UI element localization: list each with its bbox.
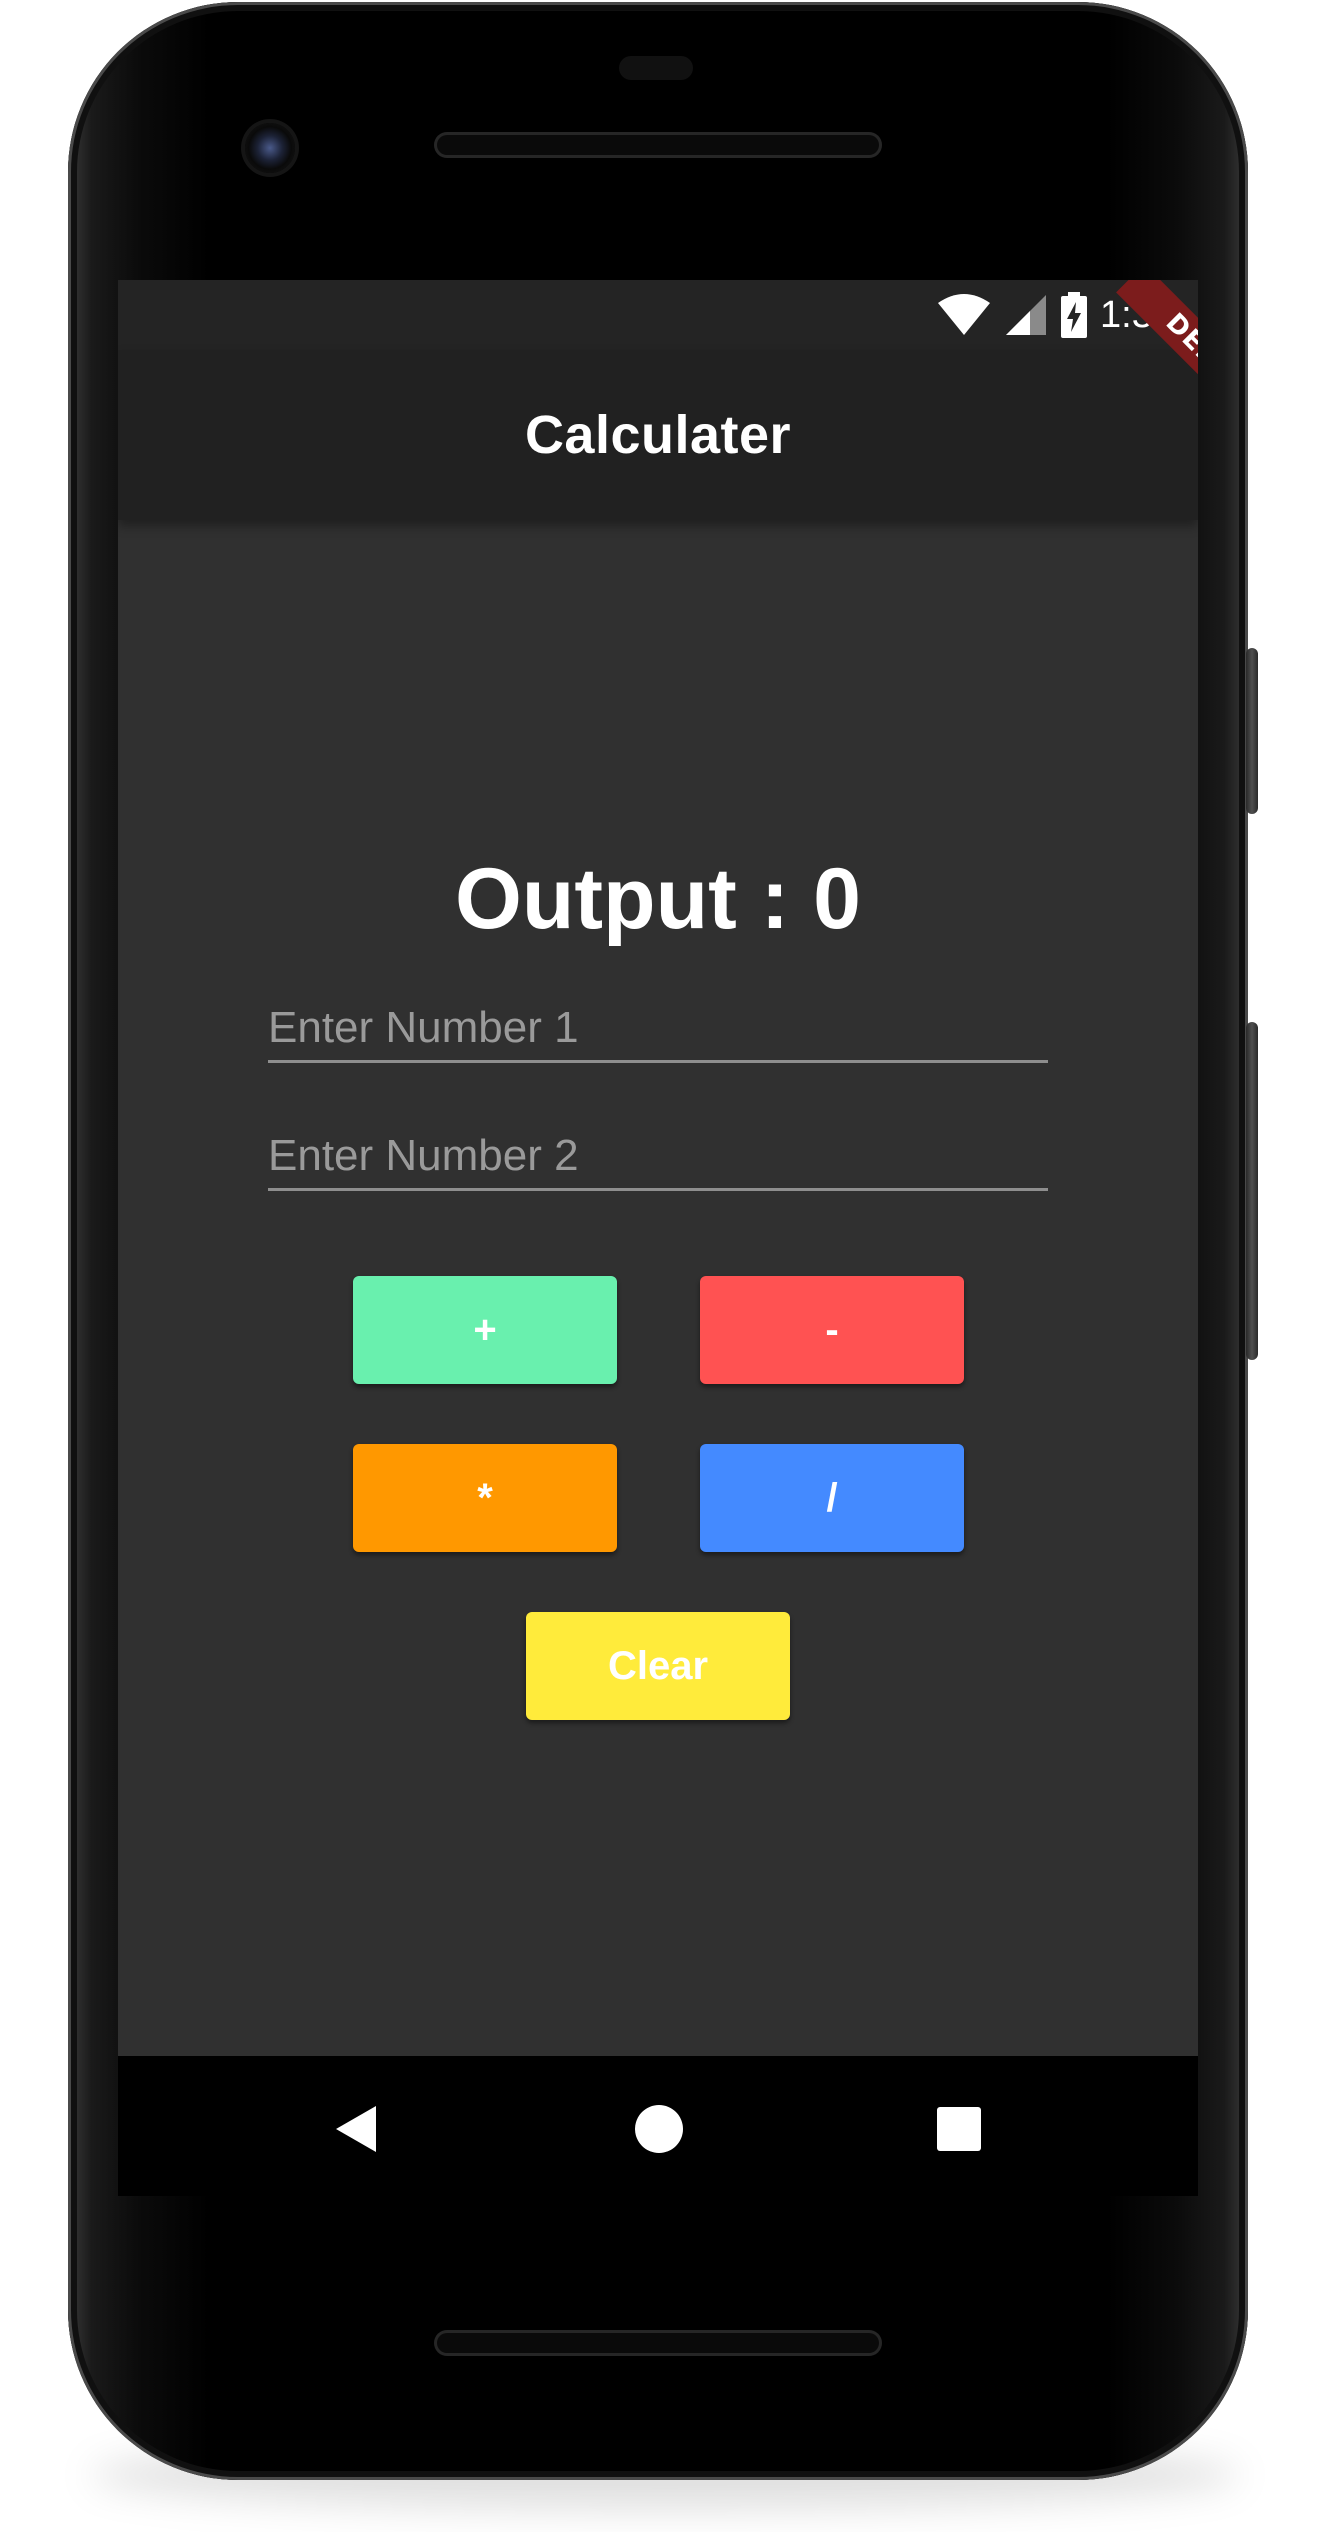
multiply-button[interactable]: * (353, 1444, 617, 1552)
sensor-slot (619, 56, 693, 80)
number2-field (268, 1108, 1048, 1196)
divide-button[interactable]: / (700, 1444, 964, 1552)
device-frame: 1:36 Calculater DEBUG Output : 0 + - * /… (0, 0, 1330, 2532)
volume-button (1246, 1022, 1258, 1360)
output-display: Output : 0 (454, 851, 862, 947)
recents-square-icon[interactable] (936, 2106, 982, 2152)
status-bar: 1:36 (118, 280, 1198, 350)
top-speaker (434, 132, 882, 158)
navigation-bar (118, 2056, 1198, 2196)
wifi-icon (938, 294, 991, 335)
clear-button[interactable]: Clear (526, 1612, 790, 1720)
subtract-button[interactable]: - (700, 1276, 964, 1384)
cell-signal-icon (1006, 295, 1047, 335)
battery-charging-icon (1061, 292, 1088, 338)
app-screen: 1:36 Calculater DEBUG Output : 0 + - * /… (118, 280, 1198, 2056)
back-triangle-icon[interactable] (334, 2104, 378, 2154)
power-button (1246, 648, 1258, 814)
number2-input[interactable] (268, 1108, 1048, 1196)
number1-field (268, 980, 1048, 1068)
app-title: Calculater (524, 405, 792, 465)
front-camera (245, 123, 295, 173)
add-button[interactable]: + (353, 1276, 617, 1384)
bottom-speaker (434, 2330, 882, 2356)
app-bar: Calculater (118, 350, 1198, 520)
home-circle-icon[interactable] (634, 2104, 684, 2154)
number1-input[interactable] (268, 980, 1048, 1068)
